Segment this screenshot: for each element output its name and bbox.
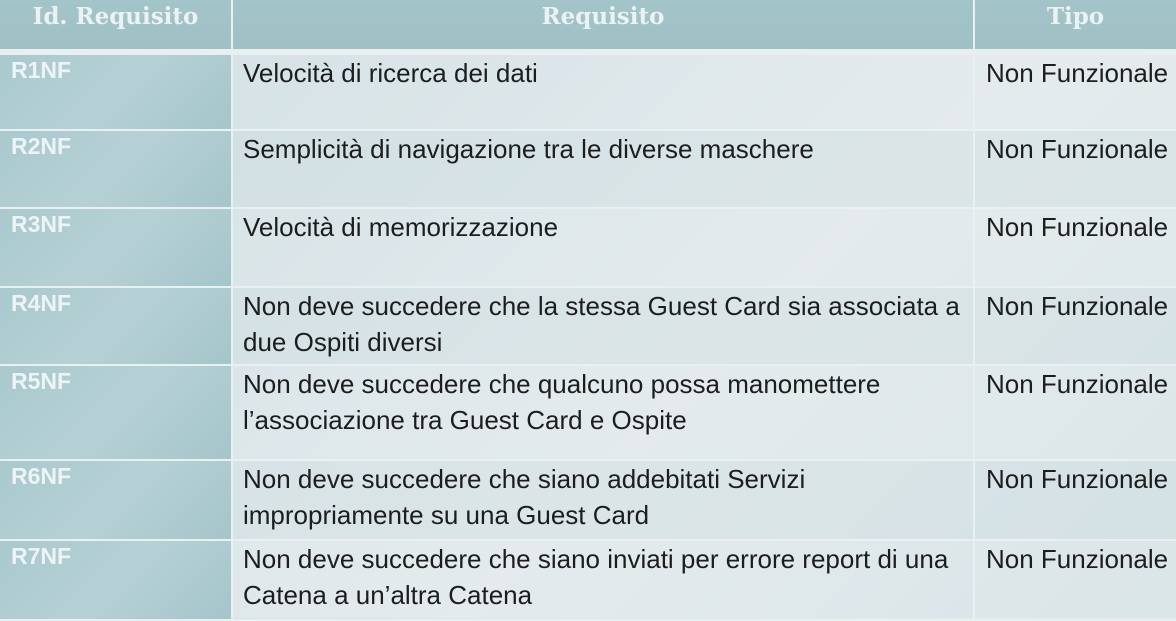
requirements-table: Id. Requisito Requisito Tipo R1NF Veloci… xyxy=(0,0,1176,621)
header-id: Id. Requisito xyxy=(0,0,233,55)
row-requisito: Non deve succedere che siano inviati per… xyxy=(232,540,975,621)
row-id: R7NF xyxy=(0,540,233,621)
table-row: R1NF Velocità di ricerca dei dati Non Fu… xyxy=(0,52,1176,131)
table-row: R6NF Non deve succedere che siano addebi… xyxy=(0,460,1176,541)
header-requisito: Requisito xyxy=(232,0,975,55)
table-header-row: Id. Requisito Requisito Tipo xyxy=(0,0,1176,55)
row-id: R2NF xyxy=(0,130,233,209)
table-row: R7NF Non deve succedere che siano inviat… xyxy=(0,540,1176,621)
row-requisito: Non deve succedere che qualcuno possa ma… xyxy=(232,365,975,461)
header-tipo: Tipo xyxy=(974,0,1176,55)
table-row: R2NF Semplicità di navigazione tra le di… xyxy=(0,130,1176,209)
row-id: R5NF xyxy=(0,365,233,461)
row-id: R1NF xyxy=(0,52,233,131)
table-row: R5NF Non deve succedere che qualcuno pos… xyxy=(0,365,1176,461)
row-tipo: Non Funzionale xyxy=(974,287,1176,366)
table-row: R3NF Velocità di memorizzazione Non Funz… xyxy=(0,208,1176,288)
row-requisito: Semplicità di navigazione tra le diverse… xyxy=(232,130,975,209)
row-tipo: Non Funzionale xyxy=(974,365,1176,461)
row-id: R6NF xyxy=(0,460,233,541)
row-tipo: Non Funzionale xyxy=(974,52,1176,131)
row-requisito: Velocità di ricerca dei dati xyxy=(232,52,975,131)
row-tipo: Non Funzionale xyxy=(974,540,1176,621)
row-tipo: Non Funzionale xyxy=(974,130,1176,209)
row-id: R3NF xyxy=(0,208,233,288)
row-id: R4NF xyxy=(0,287,233,366)
row-requisito: Velocità di memorizzazione xyxy=(232,208,975,288)
row-requisito: Non deve succedere che siano addebitati … xyxy=(232,460,975,541)
row-tipo: Non Funzionale xyxy=(974,460,1176,541)
row-requisito: Non deve succedere che la stessa Guest C… xyxy=(232,287,975,366)
row-tipo: Non Funzionale xyxy=(974,208,1176,288)
table-row: R4NF Non deve succedere che la stessa Gu… xyxy=(0,287,1176,366)
